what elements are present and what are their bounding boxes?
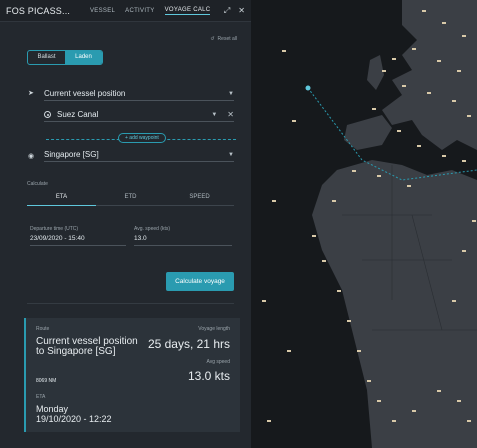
eta-value: Monday 19/10/2020 - 12:22 — [36, 404, 112, 424]
waypoint-value: Suez Canal — [57, 110, 99, 119]
voyage-length-value: 25 days, 21 hrs — [147, 337, 230, 351]
map-view[interactable] — [252, 0, 477, 448]
eta-datetime: 19/10/2020 - 12:22 — [36, 414, 112, 424]
route-label: Route — [36, 326, 50, 332]
departure-input[interactable]: 23/09/2020 - 15:40 — [30, 235, 126, 246]
eta-day: Monday — [36, 404, 69, 414]
tab-voyage-calc[interactable]: VOYAGE CALC — [164, 7, 211, 15]
voyage-calc-panel: FOS PICASS... VESSEL ACTIVITY VOYAGE CAL… — [0, 0, 252, 448]
panel-header: FOS PICASS... VESSEL ACTIVITY VOYAGE CAL… — [0, 0, 251, 22]
route-text: Current vessel position to Singapore [SG… — [36, 336, 138, 357]
calculate-tabs: ETA ETD SPEED — [27, 194, 234, 206]
remove-waypoint-icon[interactable]: ✕ — [227, 110, 234, 119]
toggle-ballast[interactable]: Ballast — [28, 51, 65, 64]
close-icon[interactable]: ✕ — [238, 6, 245, 16]
tab-speed[interactable]: SPEED — [165, 194, 234, 205]
distance-value: 8069 NM — [36, 378, 57, 384]
waypoint-select[interactable]: Suez Canal ▼ ✕ — [44, 108, 234, 122]
toggle-laden[interactable]: Laden — [65, 51, 102, 64]
chevron-down-icon: ▼ — [211, 111, 218, 118]
chevron-down-icon: ▼ — [228, 151, 234, 158]
add-waypoint-button[interactable]: + add waypoint — [118, 133, 166, 143]
tab-etd[interactable]: ETD — [96, 194, 165, 205]
waypoint-icon — [44, 111, 51, 118]
destination-value: Singapore [SG] — [44, 150, 99, 159]
speed-label: Avg. speed (kts) — [134, 226, 171, 232]
destination-icon: ◉ — [28, 153, 35, 160]
departure-label: Departure time (UTC) — [30, 226, 79, 232]
calculate-voyage-button[interactable]: Calculate voyage — [166, 272, 234, 291]
reset-icon: ↺ — [210, 36, 215, 42]
calculate-label: Calculate — [27, 181, 48, 187]
avg-speed-label: Avg speed — [206, 359, 230, 365]
chevron-down-icon: ▼ — [228, 90, 234, 97]
tab-activity[interactable]: ACTIVITY — [125, 8, 154, 14]
reset-label: Reset all — [217, 36, 237, 42]
destination-select[interactable]: Singapore [SG] ▼ — [44, 148, 234, 162]
divider — [27, 303, 234, 304]
voyage-result-card: Route Current vessel position to Singapo… — [24, 318, 240, 432]
tab-eta[interactable]: ETA — [27, 194, 96, 206]
reset-all-button[interactable]: ↺ Reset all — [210, 36, 237, 42]
vessel-marker[interactable] — [305, 85, 311, 91]
speed-input[interactable]: 13.0 — [134, 235, 232, 246]
vessel-title: FOS PICASS... — [6, 5, 71, 16]
origin-value: Current vessel position — [44, 89, 126, 98]
voyage-length-label: Voyage length — [198, 326, 230, 332]
avg-speed-value: 13.0 kts — [187, 369, 230, 383]
tab-vessel[interactable]: VESSEL — [90, 8, 115, 14]
ballast-laden-toggle[interactable]: Ballast Laden — [27, 50, 103, 65]
navigation-arrow-icon: ➤ — [28, 90, 34, 97]
expand-icon[interactable]: ⤢ — [224, 6, 230, 16]
origin-select[interactable]: Current vessel position ▼ — [44, 87, 234, 101]
eta-label: ETA — [36, 394, 46, 400]
map-canvas[interactable] — [252, 0, 477, 448]
